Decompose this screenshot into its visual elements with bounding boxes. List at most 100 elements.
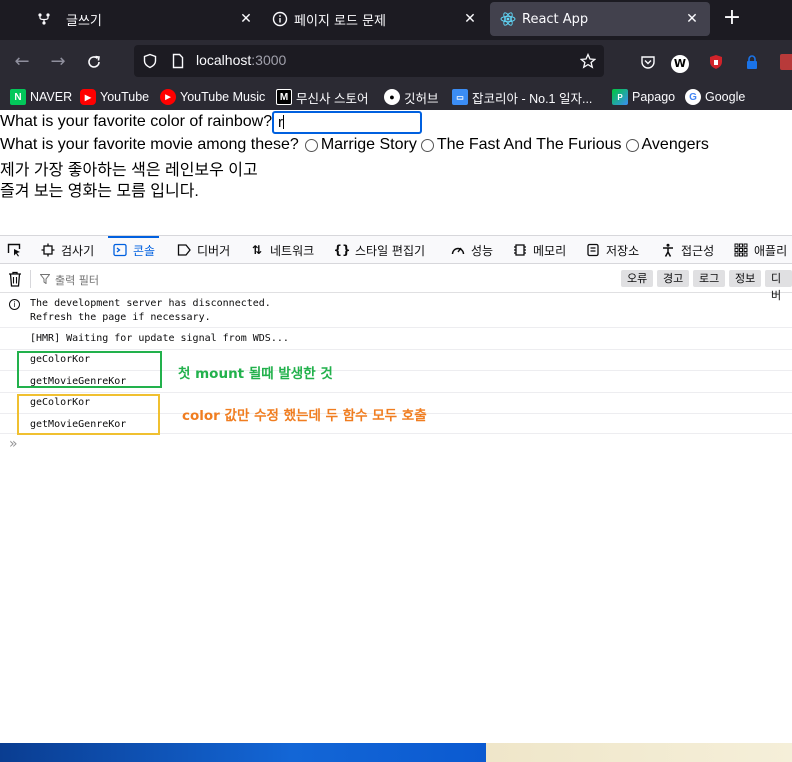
console-input-prompt[interactable]: » [9, 436, 18, 452]
papago-icon: P [612, 89, 628, 105]
first-mount-highlight-box [17, 351, 162, 388]
info-circle-icon [272, 11, 288, 27]
lock-extension-icon[interactable] [740, 50, 764, 74]
movie-radio-fast-furious[interactable] [420, 138, 434, 152]
console-icon [112, 242, 128, 258]
github-icon: ● [384, 89, 400, 105]
wordtune-extension-icon[interactable]: W [668, 50, 692, 74]
devtools-tab-style-editor[interactable]: {} 스타일 편집기 [333, 236, 425, 264]
devtools-tab-performance[interactable]: 성능 [450, 236, 493, 264]
color-question-label: What is your favorite color of rainbow? [0, 113, 273, 130]
console-message-text: [HMR] Waiting for update signal from WDS… [30, 333, 289, 344]
storage-icon [585, 242, 601, 258]
bookmark-musinsa[interactable]: M 무신사 스토어 [276, 88, 368, 106]
ublock-shield-icon[interactable] [704, 50, 728, 74]
level-filter-error[interactable]: 오류 [621, 270, 654, 287]
tab-title: React App [522, 11, 589, 27]
close-icon[interactable]: ✕ [460, 9, 480, 29]
bookmarks-toolbar: N NAVER ▶ YouTube ▶ YouTube Music M 무신사 … [0, 84, 792, 110]
tab-title: 글쓰기 [66, 13, 102, 29]
devtools-tab-inspector[interactable]: 검사기 [40, 236, 94, 264]
movie-question-label: What is your favorite movie among these? [0, 136, 299, 153]
musinsa-icon: M [276, 89, 292, 105]
address-bar[interactable]: localhost:3000 [134, 45, 604, 77]
bookmark-youtube-music[interactable]: ▶ YouTube Music [160, 88, 265, 106]
devtools-tab-accessibility[interactable]: 접근성 [660, 236, 714, 264]
navigation-toolbar: ← → localhost:3000 W [0, 40, 792, 84]
devtools-panel: 검사기 콘솔 디버거 ⇅ 네트워크 {} 스타일 편집기 성능 메모리 저장소 … [0, 235, 792, 762]
desktop-background-strip [486, 743, 792, 762]
first-mount-note: 첫 mount 될때 발생한 것 [178, 366, 333, 382]
react-icon [500, 11, 516, 27]
page-icon[interactable] [170, 53, 186, 69]
devtools-tab-memory[interactable]: 메모리 [512, 236, 566, 264]
pocket-icon[interactable] [636, 50, 660, 74]
back-button[interactable]: ← [10, 50, 34, 74]
devtools-tab-storage[interactable]: 저장소 [585, 236, 639, 264]
bookmark-google[interactable]: G Google [685, 88, 745, 106]
url-text[interactable]: localhost:3000 [196, 52, 286, 68]
devtools-tab-bar: 검사기 콘솔 디버거 ⇅ 네트워크 {} 스타일 편집기 성능 메모리 저장소 … [0, 236, 792, 264]
youtube-icon: ▶ [80, 89, 96, 105]
console-filter-input[interactable]: 출력 필터 [39, 272, 99, 288]
bookmark-youtube[interactable]: ▶ YouTube [80, 88, 149, 106]
movie-option-label: Marrige Story [320, 136, 417, 153]
pick-element-button[interactable] [6, 236, 27, 264]
google-icon: G [685, 89, 701, 105]
reload-button[interactable] [82, 50, 106, 74]
movie-question-row: What is your favorite movie among these?… [0, 136, 709, 154]
devtools-tab-network[interactable]: ⇅ 네트워크 [249, 236, 314, 264]
tab-write[interactable]: 글쓰기 ✕ [36, 2, 264, 36]
git-branch-icon [36, 11, 52, 27]
debugger-icon [176, 242, 192, 258]
style-editor-icon: {} [333, 243, 351, 257]
close-icon[interactable]: ✕ [236, 9, 256, 29]
trash-icon[interactable] [8, 271, 22, 287]
console-message: i The development server has disconnecte… [0, 294, 792, 328]
memory-icon [512, 242, 528, 258]
console-toolbar: 출력 필터 오류 경고 로그 정보 디버 [0, 265, 792, 302]
star-icon[interactable] [579, 52, 597, 69]
level-filter-info[interactable]: 정보 [729, 270, 762, 287]
toolbar-divider [30, 270, 31, 288]
forward-button[interactable]: → [46, 50, 70, 74]
react-app-page: What is your favorite color of rainbow? … [0, 110, 792, 235]
console-message-text: The development server has disconnected.… [30, 298, 271, 323]
color-input[interactable]: r [272, 111, 422, 134]
naver-icon: N [10, 89, 26, 105]
extension-icon[interactable] [776, 50, 792, 74]
movie-radio-marriage-story[interactable] [304, 138, 318, 152]
level-filter-log[interactable]: 로그 [693, 270, 726, 287]
favorite-movie-sentence: 즐겨 보는 영화는 모름 입니다. [0, 183, 199, 200]
movie-option-label: The Fast And The Furious [436, 136, 622, 153]
movie-option-label: Avengers [641, 136, 709, 153]
info-icon: i [9, 299, 20, 310]
application-icon [733, 242, 749, 258]
desktop-background-strip [0, 743, 486, 762]
bookmark-github[interactable]: ● 깃허브 [384, 88, 439, 106]
bookmark-naver[interactable]: N NAVER [10, 88, 72, 106]
color-update-note: color 값만 수정 했는데 두 함수 모두 호출 [182, 408, 427, 424]
new-tab-button[interactable]: + [720, 7, 744, 31]
level-filter-warning[interactable]: 경고 [657, 270, 690, 287]
bookmark-jobkorea[interactable]: ▭ 잡코리아 - No.1 일자... [452, 88, 592, 106]
youtube-music-icon: ▶ [160, 89, 176, 105]
tab-react-app[interactable]: React App ✕ [490, 2, 710, 36]
tab-title: 페이지 로드 문제 [294, 13, 386, 29]
devtools-tab-debugger[interactable]: 디버거 [176, 236, 230, 264]
close-icon[interactable]: ✕ [682, 9, 702, 29]
pick-element-icon [6, 242, 22, 258]
inspector-icon [40, 242, 56, 258]
jobkorea-icon: ▭ [452, 89, 468, 105]
level-filter-debug[interactable]: 디버 [765, 270, 792, 302]
shield-icon[interactable] [142, 53, 158, 69]
devtools-tab-console[interactable]: 콘솔 [107, 236, 160, 264]
network-icon: ⇅ [251, 243, 263, 257]
filter-icon [39, 273, 51, 287]
console-message: [HMR] Waiting for update signal from WDS… [0, 328, 792, 350]
tab-strip: 글쓰기 ✕ 페이지 로드 문제 ✕ React App ✕ + [0, 0, 792, 40]
tab-page-load-problem[interactable]: 페이지 로드 문제 ✕ [262, 2, 488, 36]
bookmark-papago[interactable]: P Papago [612, 88, 675, 106]
devtools-tab-application[interactable]: 애플리 [733, 236, 787, 264]
movie-radio-avengers[interactable] [625, 138, 639, 152]
